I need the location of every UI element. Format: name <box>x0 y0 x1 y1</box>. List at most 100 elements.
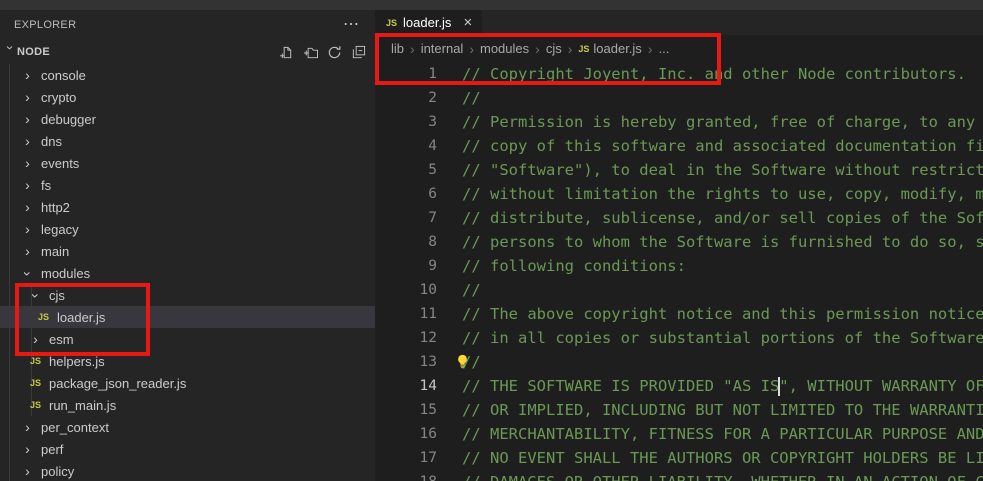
code-line-15[interactable]: 15// OR IMPLIED, INCLUDING BUT NOT LIMIT… <box>375 398 983 422</box>
section-actions <box>278 44 375 60</box>
lightbulb-icon[interactable] <box>455 354 470 369</box>
code-text: // OR IMPLIED, INCLUDING BUT NOT LIMITED… <box>462 401 983 419</box>
close-icon[interactable]: × <box>463 15 472 30</box>
tree-item-label: run_main.js <box>49 398 116 413</box>
js-file-icon: JS <box>578 44 589 54</box>
tab-bar: JS loader.js × <box>375 10 983 35</box>
file-tree: ›console›crypto›debugger›dns›events›fs›h… <box>0 64 375 481</box>
code-line-9[interactable]: 9 // following conditions: <box>375 254 983 278</box>
code-line-7[interactable]: 7// distribute, sublicense, and/or sell … <box>375 206 983 230</box>
code-text: // Permission is hereby granted, free of… <box>462 113 983 131</box>
new-folder-icon[interactable] <box>302 44 318 60</box>
code-line-11[interactable]: 11// The above copyright notice and this… <box>375 302 983 326</box>
code-text: // without limitation the rights to use,… <box>462 185 983 203</box>
refresh-icon[interactable] <box>326 44 342 60</box>
explorer-sidebar: EXPLORER ⋯ › NODE ›console›crypto›debugg… <box>0 10 375 481</box>
tree-item-label: crypto <box>41 90 76 105</box>
tree-item-loader-js[interactable]: JSloader.js <box>0 306 375 328</box>
code-line-17[interactable]: 17// NO EVENT SHALL THE AUTHORS OR COPYR… <box>375 446 983 470</box>
code-line-8[interactable]: 8// persons to whom the Software is furn… <box>375 230 983 254</box>
tree-item-label: esm <box>49 332 74 347</box>
tree-item-policy[interactable]: ›policy <box>0 460 375 481</box>
code-line-18[interactable]: 18 // DAMAGES OR OTHER LIABILITY, WHETHER… <box>375 470 983 481</box>
tree-item-label: dns <box>41 134 62 149</box>
line-number: 12 <box>375 330 437 346</box>
chevron-right-icon: › <box>19 464 36 478</box>
line-number: 13 <box>375 354 437 370</box>
tree-item-label: console <box>41 68 86 83</box>
breadcrumb-label: lib <box>391 41 404 56</box>
tree-item-modules[interactable]: ›modules <box>0 262 375 284</box>
chevron-right-icon: › <box>19 68 36 82</box>
code-line-12[interactable]: 12// in all copies or substantial portio… <box>375 326 983 350</box>
code-line-5[interactable]: 5// "Software"), to deal in the Software… <box>375 158 983 182</box>
code-text: // "Software"), to deal in the Software … <box>462 161 983 179</box>
chevron-down-icon: › <box>3 45 18 59</box>
chevron-right-icon: › <box>19 156 36 170</box>
tree-item-http2[interactable]: ›http2 <box>0 196 375 218</box>
line-number: 7 <box>375 210 437 226</box>
tree-item-events[interactable]: ›events <box>0 152 375 174</box>
code-line-14[interactable]: 14// THE SOFTWARE IS PROVIDED "AS IS", W… <box>375 374 983 398</box>
tree-item-crypto[interactable]: › crypto <box>0 86 375 108</box>
code-line-16[interactable]: 16// MERCHANTABILITY, FITNESS FOR A PART… <box>375 422 983 446</box>
line-number: 17 <box>375 450 437 466</box>
chevron-right-icon: › <box>19 90 36 104</box>
tree-item-dns[interactable]: ›dns <box>0 130 375 152</box>
tree-item-per_context[interactable]: › per_context <box>0 416 375 438</box>
breadcrumb-item-internal[interactable]: internal <box>421 41 464 56</box>
tree-item-debugger[interactable]: ›debugger <box>0 108 375 130</box>
code-text: // following conditions: <box>462 257 686 275</box>
code-line-4[interactable]: 4// copy of this software and associated… <box>375 134 983 158</box>
collapse-all-icon[interactable] <box>350 44 366 60</box>
line-number: 14 <box>375 378 437 394</box>
tree-item-label: helpers.js <box>49 354 105 369</box>
breadcrumb-item----[interactable]: ... <box>658 41 669 56</box>
tree-item-fs[interactable]: ›fs <box>0 174 375 196</box>
tree-item-main[interactable]: ›main <box>0 240 375 262</box>
line-number: 3 <box>375 114 437 130</box>
code-editor[interactable]: 1// Copyright Joyent, Inc. and other Nod… <box>375 62 983 481</box>
breadcrumb-item-loader-js[interactable]: JS loader.js <box>578 41 641 56</box>
breadcrumb-label: loader.js <box>593 41 641 56</box>
code-text: // persons to whom the Software is furni… <box>462 233 983 251</box>
tree-item-label: cjs <box>49 288 65 303</box>
tree-item-legacy[interactable]: ›legacy <box>0 218 375 240</box>
tree-item-cjs[interactable]: › cjs <box>0 284 375 306</box>
more-actions-icon[interactable]: ⋯ <box>343 17 359 33</box>
code-text: // DAMAGES OR OTHER LIABILITY, WHETHER I… <box>462 473 983 481</box>
chevron-right-icon: › <box>19 420 36 434</box>
line-number: 6 <box>375 186 437 202</box>
tree-item-perf[interactable]: ›perf <box>0 438 375 460</box>
code-text: // The above copyright notice and this p… <box>462 305 983 323</box>
code-line-2[interactable]: 2// <box>375 86 983 110</box>
line-number: 4 <box>375 138 437 154</box>
tree-item-label: per_context <box>41 420 109 435</box>
breadcrumb-item-modules[interactable]: modules <box>480 41 529 56</box>
chevron-right-icon: › <box>19 442 36 456</box>
line-number: 9 <box>375 258 437 274</box>
breadcrumb: lib›internal›modules›cjs›JSloader.js›... <box>375 35 983 62</box>
tree-item-run_main-js[interactable]: JSrun_main.js <box>0 394 375 416</box>
code-line-1[interactable]: 1// Copyright Joyent, Inc. and other Nod… <box>375 62 983 86</box>
code-line-13[interactable]: 13// <box>375 350 983 374</box>
line-number: 18 <box>375 474 437 481</box>
chevron-right-icon: › <box>19 244 36 258</box>
breadcrumb-item-lib[interactable]: lib <box>391 41 404 56</box>
breadcrumb-item-cjs[interactable]: cjs <box>546 41 562 56</box>
line-number: 10 <box>375 282 437 298</box>
tree-item-helpers-js[interactable]: JShelpers.js <box>0 350 375 372</box>
tree-item-package_json_reader-js[interactable]: JSpackage_json_reader.js <box>0 372 375 394</box>
code-line-6[interactable]: 6 // without limitation the rights to use… <box>375 182 983 206</box>
code-text: // <box>462 89 481 107</box>
code-line-3[interactable]: 3 // Permission is hereby granted, free o… <box>375 110 983 134</box>
chevron-down-icon: › <box>29 287 43 304</box>
code-line-10[interactable]: 10 // <box>375 278 983 302</box>
tree-item-esm[interactable]: ›esm <box>0 328 375 350</box>
tree-item-console[interactable]: › console <box>0 64 375 86</box>
code-text: // <box>462 281 481 299</box>
section-header-node[interactable]: › NODE <box>0 40 375 64</box>
tab-loader-js[interactable]: JS loader.js × <box>375 10 482 35</box>
breadcrumb-label: cjs <box>546 41 562 56</box>
new-file-icon[interactable] <box>278 44 294 60</box>
